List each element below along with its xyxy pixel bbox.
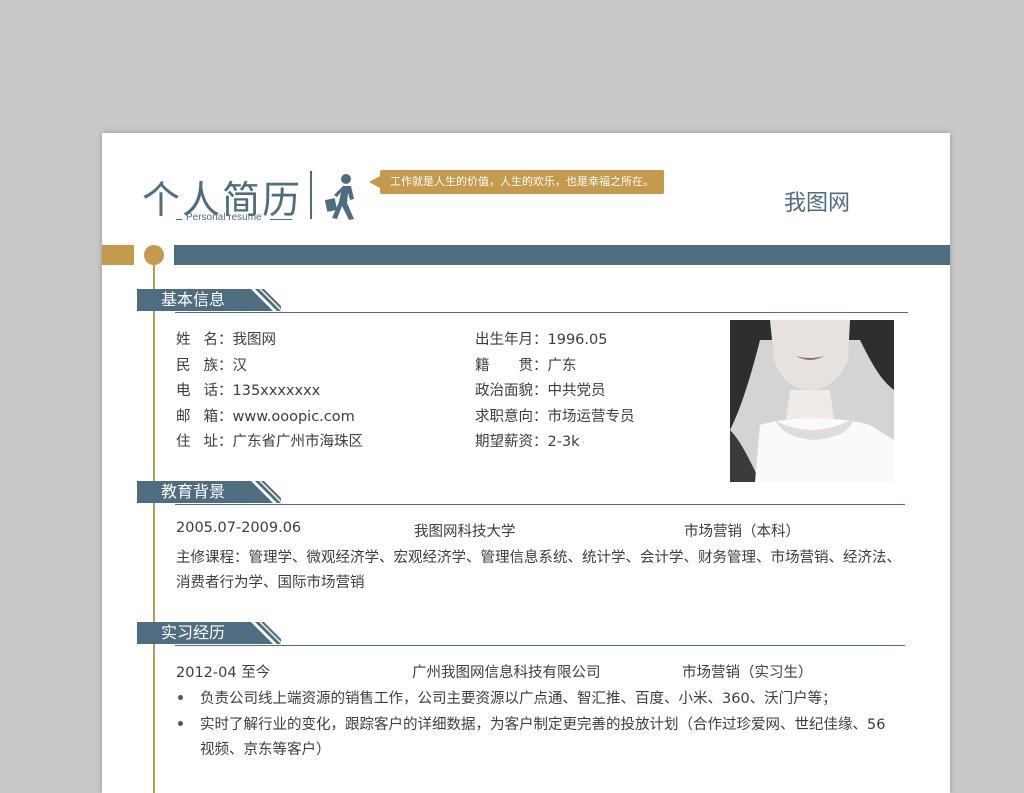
section-stripes — [237, 481, 281, 503]
bullet-dot — [178, 721, 183, 726]
info-salary: 期望薪资：2-3k — [475, 434, 580, 450]
intern-bullet-2-line1: 实时了解行业的变化，跟踪客户的详细数据，为客户制定更完善的投放计划（合作过珍爱网… — [200, 717, 886, 733]
header-divider — [310, 171, 312, 219]
section-title-education: 教育背景 — [137, 481, 237, 503]
brand-name: 我图网 — [784, 191, 851, 216]
intern-bullet-1: 负责公司线上端资源的销售工作，公司主要资源以广点通、智汇推、百度、小米、360、… — [200, 691, 837, 707]
intern-company: 广州我图网信息科技有限公司 — [412, 665, 601, 681]
intern-period: 2012-04 至今 — [176, 665, 271, 681]
edu-courses-line2: 消费者行为学、国际市场营销 — [176, 575, 365, 591]
info-political: 政治面貌：中共党员 — [475, 383, 606, 399]
resume-subtitle: Personal resume — [186, 212, 262, 223]
section-title-basic: 基本信息 — [137, 289, 237, 311]
subtitle-rule-right — [270, 219, 292, 220]
section-title-internship: 实习经历 — [137, 622, 237, 644]
info-origin: 籍贯：广东 — [475, 358, 577, 374]
info-phone: 电话：135xxxxxxx — [176, 383, 321, 399]
subtitle-rule-left — [176, 219, 182, 220]
profile-photo — [730, 320, 894, 482]
motto-bubble: 工作就是人生的价值，人生的欢乐，也是幸福之所在。 — [380, 170, 664, 194]
section-rule — [175, 504, 905, 505]
resume-page: 个人简历 Personal resume 工作就是人生的价值，人生的欢乐，也是幸… — [102, 133, 950, 793]
banner-blue-bar — [174, 245, 950, 265]
banner-gold-block — [102, 245, 134, 265]
info-email: 邮箱：www.ooopic.com — [176, 409, 355, 425]
edu-period: 2005.07-2009.06 — [176, 520, 302, 536]
timeline-dot — [144, 245, 164, 265]
info-address: 住址：广东省广州市海珠区 — [176, 434, 363, 450]
info-name: 姓名：我图网 — [176, 332, 276, 348]
info-ethnicity: 民族：汉 — [176, 358, 247, 374]
info-birth: 出生年月：1996.05 — [475, 332, 608, 348]
info-objective: 求职意向：市场运营专员 — [475, 409, 635, 425]
edu-major: 市场营销（本科） — [684, 524, 800, 540]
edu-school: 我图网科技大学 — [414, 524, 516, 540]
edu-courses-line1: 主修课程：管理学、微观经济学、宏观经济学、管理信息系统、统计学、会计学、财务管理… — [176, 550, 901, 566]
section-rule — [175, 312, 908, 313]
intern-bullet-2-line2: 视频、京东等客户） — [200, 742, 331, 758]
bullet-dot — [178, 695, 183, 700]
walking-businessman-icon — [324, 174, 354, 220]
section-stripes — [237, 289, 281, 311]
section-rule — [175, 645, 905, 646]
intern-role: 市场营销（实习生） — [682, 665, 813, 681]
motto-bubble-pointer — [369, 176, 380, 188]
section-stripes — [237, 622, 281, 644]
timeline-line — [153, 265, 155, 793]
